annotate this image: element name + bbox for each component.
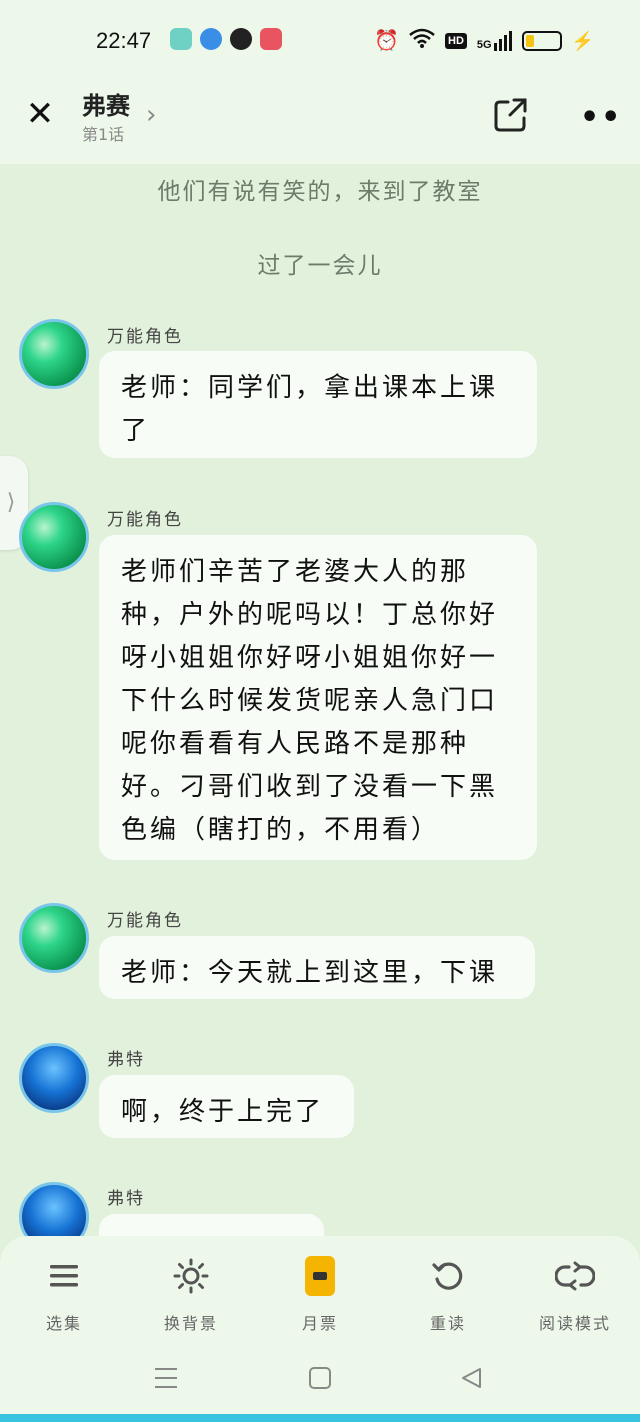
tab-label: 重读 — [429, 1314, 466, 1333]
narration-text: 他们有说有笑的，来到了教室 — [157, 179, 483, 205]
signal-icon: 5G — [477, 31, 512, 51]
replay-icon — [403, 1256, 493, 1298]
home-icon — [309, 1367, 331, 1389]
battery-icon — [521, 31, 562, 51]
chevron-right-icon[interactable]: › — [146, 100, 156, 130]
close-button[interactable]: ✕ — [22, 96, 58, 132]
avatar[interactable] — [19, 903, 89, 973]
avatar[interactable] — [19, 502, 89, 572]
app-icon-2 — [200, 28, 222, 50]
tab-label: 月票 — [301, 1314, 338, 1333]
chat-bubble: 老师们辛苦了老婆大人的那种，户外的呢吗以！丁总你好呀小姐姐你好呀小姐姐你好一下什… — [99, 535, 537, 860]
chat-bubble: 啊，终于上完了 — [99, 1075, 354, 1138]
speaker-name: 弗特 — [107, 1189, 145, 1209]
chat-bubble: 老师：同学们，拿出课本上课了 — [99, 351, 537, 458]
loop-icon — [530, 1256, 620, 1298]
speaker-name: 万能角色 — [107, 327, 183, 347]
system-back-button[interactable] — [452, 1366, 492, 1397]
tab-label: 换背景 — [163, 1314, 218, 1333]
more-options-button[interactable]: •• — [580, 100, 622, 135]
app-icon-4 — [260, 28, 282, 50]
tab-label: 选集 — [45, 1314, 82, 1333]
sun-icon — [146, 1256, 236, 1298]
top-bar: 22:47 ⏰ HD 5G ⚡ ✕ 弗赛 第1话 › •• — [0, 0, 640, 164]
tab-reading-mode[interactable]: 阅读模式 — [530, 1256, 620, 1334]
hd-icon: HD — [445, 33, 467, 49]
speaker-name: 弗特 — [107, 1050, 145, 1070]
speaker-name: 万能角色 — [107, 911, 183, 931]
battery-fill — [525, 35, 534, 47]
tab-background[interactable]: 换背景 — [146, 1256, 236, 1334]
app-icon-3 — [230, 28, 252, 50]
status-time: 22:47 — [96, 28, 152, 53]
tab-monthly-ticket[interactable]: 月票 — [275, 1256, 365, 1334]
wifi-icon — [409, 28, 435, 54]
speaker-name: 万能角色 — [107, 510, 183, 530]
ticket-icon — [275, 1256, 365, 1298]
app-icon-1 — [170, 28, 192, 50]
charging-icon: ⚡ — [571, 30, 594, 51]
status-indicators: ⏰ HD 5G ⚡ — [374, 28, 594, 54]
tab-episodes[interactable]: 选集 — [19, 1256, 109, 1334]
signal-label: 5G — [476, 39, 492, 51]
share-button[interactable] — [492, 96, 530, 134]
comic-title[interactable]: 弗赛 — [82, 86, 130, 121]
system-menu-button[interactable] — [146, 1366, 186, 1397]
chat-bubble: 老师：今天就上到这里，下课 — [99, 936, 535, 999]
status-app-icons — [170, 28, 282, 50]
tab-label: 阅读模式 — [538, 1314, 611, 1333]
menu-icon — [155, 1368, 177, 1388]
system-home-button[interactable] — [300, 1366, 340, 1397]
back-icon — [462, 1368, 481, 1388]
share-icon — [494, 98, 527, 132]
tab-reread[interactable]: 重读 — [403, 1256, 493, 1334]
narration-text: 过了一会儿 — [257, 253, 383, 279]
episode-label[interactable]: 第1话 — [82, 121, 124, 145]
list-icon — [19, 1256, 109, 1298]
alarm-icon: ⏰ — [374, 30, 399, 52]
avatar[interactable] — [19, 319, 89, 389]
avatar[interactable] — [19, 1043, 89, 1113]
accent-strip — [0, 1414, 640, 1422]
